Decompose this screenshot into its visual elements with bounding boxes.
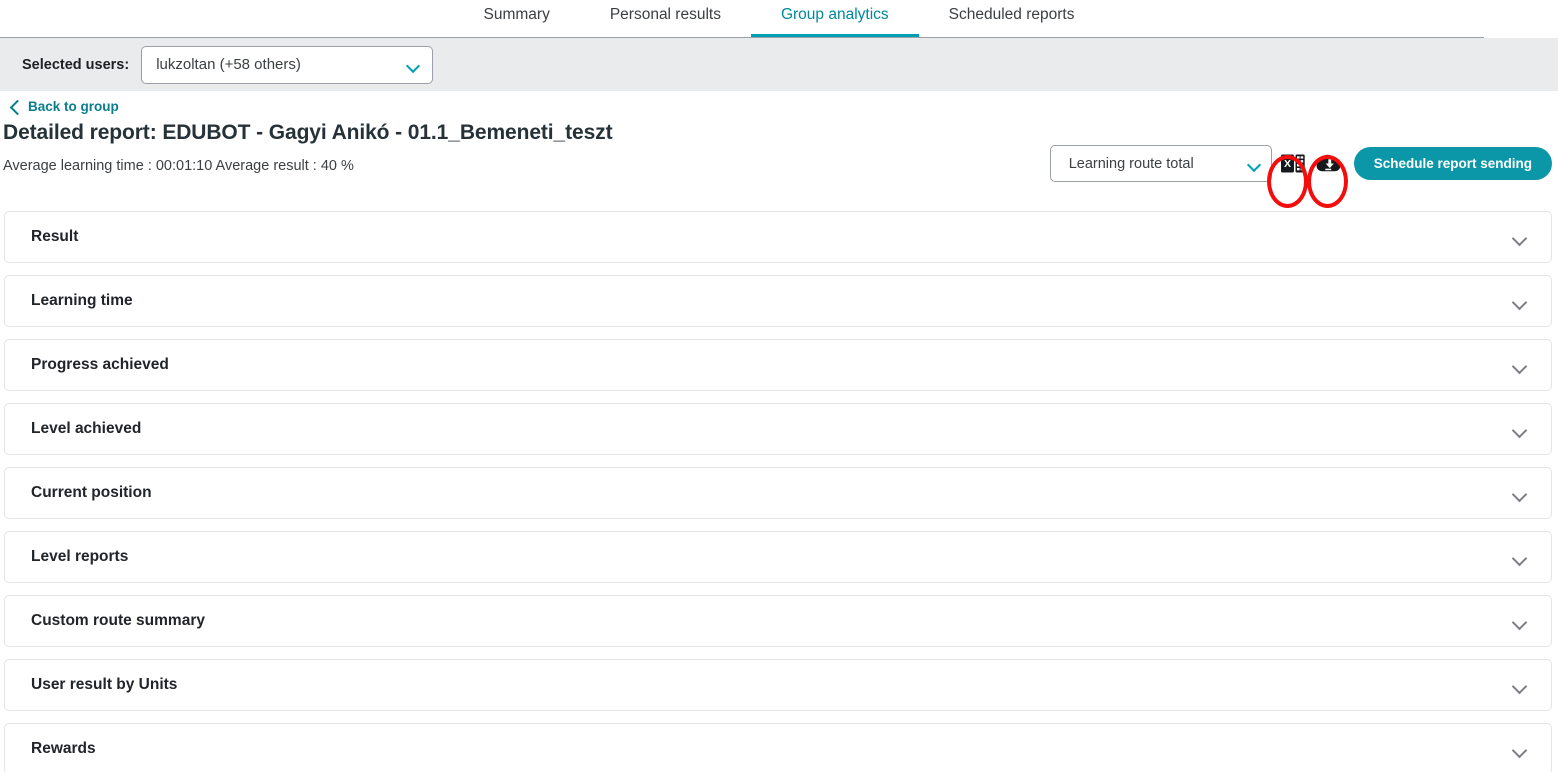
accordion-label: User result by Units xyxy=(31,676,178,693)
tab-group-analytics[interactable]: Group analytics xyxy=(750,0,919,37)
main-tab-bar: Summary Personal results Group analytics… xyxy=(0,0,1558,38)
chevron-down-icon[interactable] xyxy=(1513,233,1527,242)
accordion-row-progress-achieved[interactable]: Progress achieved xyxy=(4,339,1552,391)
accordion-label: Progress achieved xyxy=(31,356,169,373)
accordion-label: Level reports xyxy=(31,548,129,565)
selected-users-dropdown[interactable]: lukzoltan (+58 others) xyxy=(141,45,434,84)
accordion-row-learning-time[interactable]: Learning time xyxy=(4,275,1552,327)
chevron-down-icon[interactable] xyxy=(1513,297,1527,306)
accordion-row-user-result-by-units[interactable]: User result by Units xyxy=(4,659,1552,711)
chevron-down-icon[interactable] xyxy=(1513,361,1527,370)
accordion-label: Learning time xyxy=(31,292,133,309)
chevron-down-icon xyxy=(1248,160,1261,168)
accordion-row-current-position[interactable]: Current position xyxy=(4,467,1552,519)
accordion-label: Current position xyxy=(31,484,152,501)
accordion-row-level-reports[interactable]: Level reports xyxy=(4,531,1552,583)
chevron-left-icon xyxy=(9,101,21,113)
selected-users-label: Selected users: xyxy=(22,56,130,73)
excel-export-icon: X xyxy=(1280,154,1305,173)
accordion-label: Result xyxy=(31,228,79,245)
tab-summary[interactable]: Summary xyxy=(454,0,580,37)
back-to-group-link[interactable]: Back to group xyxy=(0,91,119,114)
chevron-down-icon[interactable] xyxy=(1513,489,1527,498)
back-to-group-label: Back to group xyxy=(28,99,119,114)
selected-users-value: lukzoltan (+58 others) xyxy=(156,56,301,73)
page-title: Detailed report: EDUBOT - Gagyi Anikó - … xyxy=(3,121,613,144)
learning-route-value: Learning route total xyxy=(1068,155,1194,172)
chevron-down-icon[interactable] xyxy=(1513,425,1527,434)
cloud-download-icon xyxy=(1316,154,1341,171)
accordion-label: Level achieved xyxy=(31,420,142,437)
tab-scheduled-reports[interactable]: Scheduled reports xyxy=(919,0,1105,37)
export-excel-button[interactable]: X xyxy=(1278,149,1308,179)
schedule-report-sending-button[interactable]: Schedule report sending xyxy=(1353,147,1552,180)
accordion-label: Custom route summary xyxy=(31,612,205,629)
selected-users-band: Selected users: lukzoltan (+58 others) xyxy=(0,38,1558,91)
chevron-down-icon[interactable] xyxy=(1513,681,1527,690)
accordion-row-rewards[interactable]: Rewards xyxy=(4,723,1552,772)
averages-summary-text: Average learning time : 00:01:10 Average… xyxy=(3,158,354,174)
download-report-button[interactable] xyxy=(1314,149,1344,179)
chevron-down-icon[interactable] xyxy=(1513,553,1527,562)
chevron-down-icon xyxy=(407,61,420,69)
chevron-down-icon[interactable] xyxy=(1513,745,1527,754)
chevron-down-icon[interactable] xyxy=(1513,617,1527,626)
accordion-label: Rewards xyxy=(31,740,96,757)
accordion-row-custom-route-summary[interactable]: Custom route summary xyxy=(4,595,1552,647)
report-controls: Learning route total X Schedule report s… xyxy=(1049,145,1552,182)
stats-and-controls-row: Average learning time : 00:01:10 Average… xyxy=(0,145,1558,207)
accordion-row-level-achieved[interactable]: Level achieved xyxy=(4,403,1552,455)
accordion-row-result[interactable]: Result xyxy=(4,211,1552,263)
learning-route-dropdown[interactable]: Learning route total xyxy=(1049,145,1272,182)
svg-text:X: X xyxy=(1284,158,1291,170)
tab-personal-results[interactable]: Personal results xyxy=(580,0,751,37)
report-sections-accordion: Result Learning time Progress achieved L… xyxy=(0,211,1558,772)
